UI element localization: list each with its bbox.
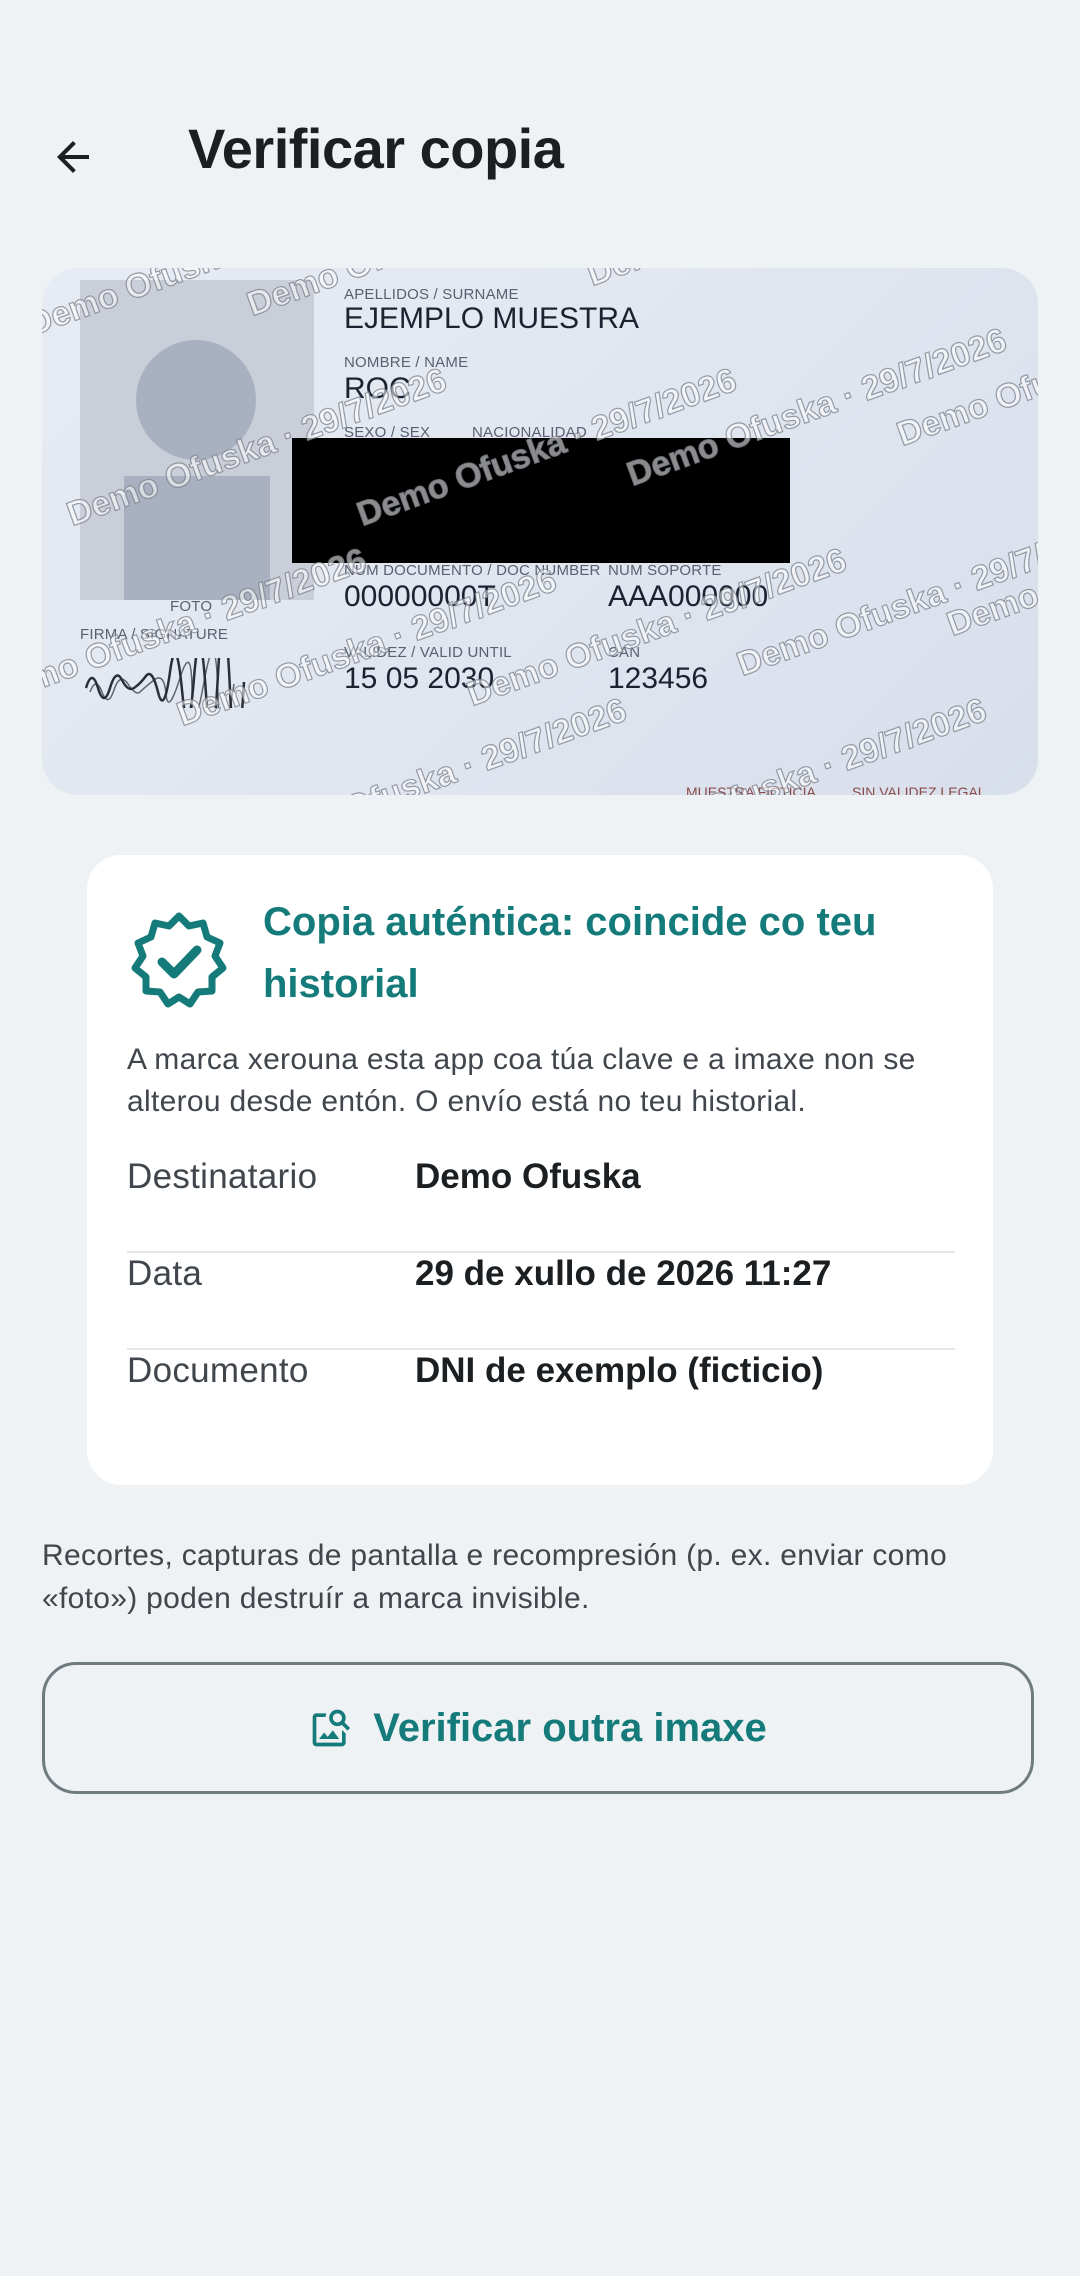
can-value: 123456 — [608, 662, 709, 695]
back-button[interactable] — [42, 126, 104, 188]
image-search-icon — [312, 1709, 351, 1747]
detail-value: Demo Ofuska — [415, 1157, 641, 1196]
support-label: NUM SOPORTE — [608, 562, 722, 579]
surname-label: APELLIDOS / SURNAME — [344, 286, 519, 303]
verify-another-image-label: Verificar outra imaxe — [373, 1705, 767, 1750]
result-description: A marca xerouna esta app coa túa clave e… — [127, 1043, 916, 1118]
verification-result-card: Copia auténtica: coincide co teu histori… — [87, 855, 993, 1485]
detail-value: 29 de xullo de 2026 11:27 — [415, 1254, 832, 1293]
watermark-text: Demo Ofuska · 29/7/2026 — [601, 690, 992, 795]
detail-label: Destinatario — [127, 1157, 318, 1196]
watermark-text: Demo Ofuska · 29/7/2026 — [241, 690, 632, 795]
surname-value: EJEMPLO MUESTRA — [344, 302, 640, 335]
document-preview-image: FOTO APELLIDOS / SURNAME EJEMPLO MUESTRA… — [42, 268, 1038, 795]
detail-value: DNI de exemplo (ficticio) — [415, 1351, 824, 1390]
name-label: NOMBRE / NAME — [344, 354, 469, 371]
doc-number-label: NUM DOCUMENTO / DOC NUMBER — [344, 562, 601, 579]
detail-row-recipient: Destinatario Demo Ofuska — [127, 1129, 955, 1225]
verified-badge-icon — [131, 912, 227, 1008]
app-bar: Verificar copia — [0, 100, 1080, 210]
detail-label: Documento — [127, 1351, 309, 1390]
arrow-back-icon — [57, 141, 89, 173]
detail-row-document: Documento DNI de exemplo (ficticio) — [127, 1323, 955, 1419]
watermark-text: Demo Ofuska · 29/7/2026 — [581, 268, 972, 295]
sample-footer-right: SIN VALIDEZ LEGAL — [852, 784, 986, 795]
page-title: Verificar copia — [188, 117, 564, 180]
detail-label: Data — [127, 1254, 203, 1293]
verify-another-image-button[interactable]: Verificar outra imaxe — [42, 1662, 1034, 1794]
watermark-warning-note: Recortes, capturas de pantalla e recompr… — [42, 1539, 947, 1615]
detail-row-date: Data 29 de xullo de 2026 11:27 — [127, 1226, 955, 1322]
result-title: Copia auténtica: coincide co teu histori… — [263, 900, 877, 1006]
